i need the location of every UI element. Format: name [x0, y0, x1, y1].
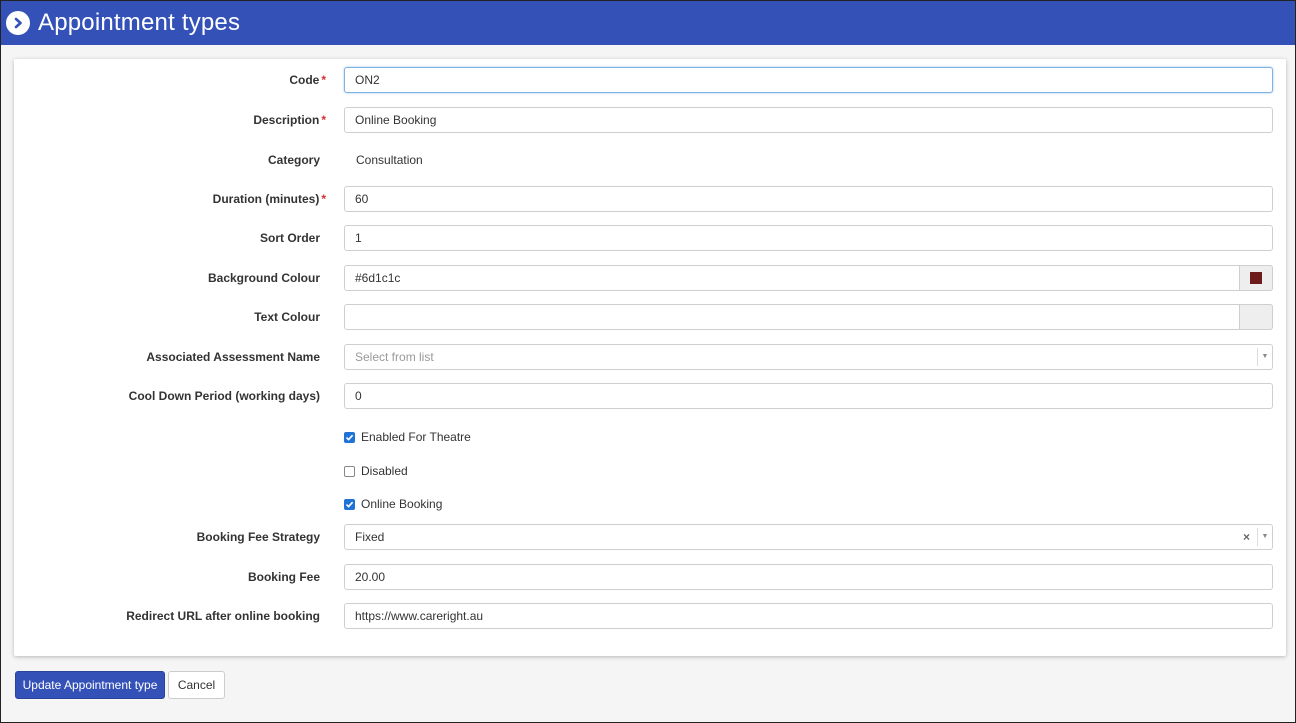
- duration-input[interactable]: 60: [344, 186, 1273, 212]
- booking-fee-strategy-label: Booking Fee Strategy: [196, 530, 320, 544]
- chevron-down-icon[interactable]: ▼: [1257, 528, 1272, 546]
- assessment-label: Associated Assessment Name: [146, 350, 320, 364]
- colour-picker-button[interactable]: [1239, 265, 1273, 291]
- enabled-for-theatre-label: Enabled For Theatre: [361, 430, 471, 444]
- booking-fee-label: Booking Fee: [247, 570, 320, 584]
- background-colour-label: Background Colour: [207, 271, 320, 285]
- required-marker: *: [321, 113, 326, 127]
- appointment-type-form: Code * ON2 Description * Online Booking Ca…: [14, 59, 1286, 656]
- booking-fee-strategy-select[interactable]: Fixed × ▼: [344, 524, 1273, 550]
- code-label: Code *: [289, 73, 326, 87]
- duration-label: Duration (minutes) *: [212, 192, 326, 206]
- chevron-down-icon[interactable]: ▼: [1257, 348, 1272, 366]
- assessment-select[interactable]: Select from list ▼: [344, 344, 1273, 370]
- cancel-button[interactable]: Cancel: [168, 671, 225, 699]
- sort-order-input[interactable]: 1: [344, 225, 1273, 251]
- checkbox-checked-icon[interactable]: [344, 498, 355, 510]
- assessment-placeholder: Select from list: [355, 350, 434, 364]
- text-colour-input[interactable]: [344, 304, 1273, 330]
- disabled-label: Disabled: [361, 464, 408, 478]
- background-colour-value: #6d1c1c: [355, 271, 401, 285]
- disabled-checkbox[interactable]: Disabled: [344, 464, 408, 478]
- page-header: Appointment types: [1, 1, 1295, 45]
- cool-down-label: Cool Down Period (working days): [128, 389, 320, 403]
- category-label: Category: [267, 153, 320, 167]
- sort-order-label: Sort Order: [259, 231, 320, 245]
- checkbox-checked-icon[interactable]: [344, 431, 355, 443]
- text-colour-label: Text Colour: [254, 310, 320, 324]
- cool-down-input[interactable]: 0: [344, 383, 1273, 409]
- colour-picker-button[interactable]: [1239, 304, 1273, 330]
- clear-icon[interactable]: ×: [1243, 525, 1250, 549]
- redirect-url-input[interactable]: https://www.careright.au: [344, 603, 1273, 629]
- page-title: Appointment types: [38, 9, 241, 36]
- enabled-for-theatre-checkbox[interactable]: Enabled For Theatre: [344, 430, 471, 444]
- required-marker: *: [321, 73, 326, 87]
- online-booking-checkbox[interactable]: Online Booking: [344, 497, 442, 511]
- background-colour-input[interactable]: #6d1c1c: [344, 265, 1273, 291]
- booking-fee-strategy-value: Fixed: [355, 530, 385, 544]
- code-input[interactable]: ON2: [344, 67, 1273, 93]
- description-input[interactable]: Online Booking: [344, 107, 1273, 133]
- description-label: Description *: [253, 113, 326, 127]
- category-value: Consultation: [356, 153, 423, 167]
- checkbox-unchecked-icon[interactable]: [344, 465, 355, 477]
- required-marker: *: [321, 192, 326, 206]
- colour-swatch-icon: [1250, 272, 1262, 284]
- redirect-url-label: Redirect URL after online booking: [126, 609, 320, 623]
- chevron-right-circle-icon[interactable]: [6, 11, 30, 35]
- update-appointment-type-button[interactable]: Update Appointment type: [15, 671, 165, 699]
- booking-fee-input[interactable]: 20.00: [344, 564, 1273, 590]
- online-booking-label: Online Booking: [361, 497, 443, 511]
